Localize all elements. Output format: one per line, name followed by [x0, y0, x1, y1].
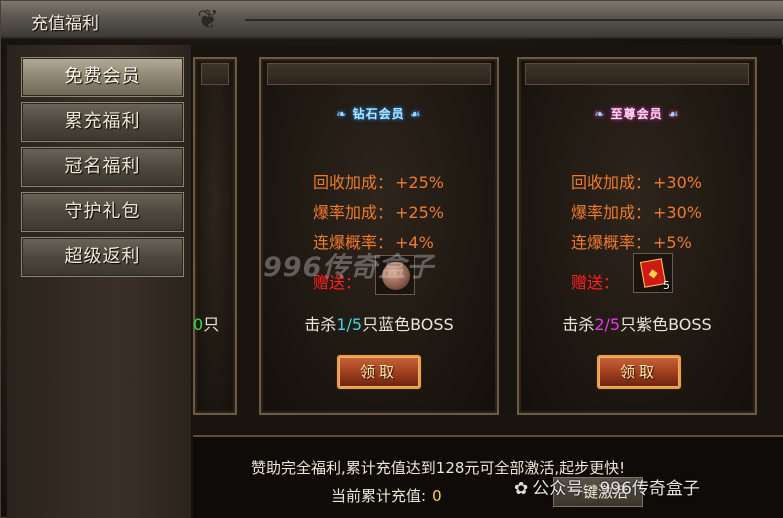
main-panel: ❧ 钻石会员 ☙ 回收加成： +25% 爆率加成： +25% 连爆概率： +4% 赠送… — [193, 45, 783, 435]
recycle-bonus-stat: 回收加成： +30% — [571, 169, 702, 193]
wing-icon: ❧ — [594, 107, 606, 121]
gift-item-slot[interactable]: ◆ 5 — [633, 253, 673, 293]
badge-label: 钻石会员 — [352, 107, 405, 121]
stat-value: +25% — [395, 173, 444, 192]
task-prefix: 击杀 — [562, 315, 595, 334]
combo-drop-stat: 连爆概率： +5% — [571, 229, 692, 253]
partial-card — [193, 57, 237, 415]
title-ornament-icon: ❦ — [197, 5, 219, 35]
task-progress: 2/5 — [594, 315, 621, 334]
gift-label: 赠送： — [571, 273, 620, 292]
wechat-watermark: ✿ 公众号 · 996传奇盒子 — [514, 474, 700, 499]
current-recharge: 当前累计充值: 0 — [331, 485, 442, 506]
stat-label: 爆率加成： — [571, 203, 652, 222]
gift-count: 5 — [663, 279, 670, 292]
stat-value: +25% — [395, 203, 444, 222]
tab-title-naming[interactable]: 冠名福利 — [21, 147, 184, 187]
partial-unit: 只 — [203, 315, 220, 334]
stat-value: +30% — [653, 173, 702, 192]
diamond-membership-card: ❧ 钻石会员 ☙ 回收加成： +25% 爆率加成： +25% 连爆概率： +4% 赠送… — [259, 57, 499, 415]
title-divider — [245, 19, 783, 21]
stat-value: +30% — [653, 203, 702, 222]
stat-label: 爆率加成： — [313, 203, 394, 222]
kill-task: 击杀1/5只蓝色BOSS — [261, 311, 497, 335]
stat-label: 回收加成： — [571, 173, 652, 192]
watermark-logo: 996传奇盒子 — [263, 252, 435, 283]
card-header — [525, 63, 749, 85]
partial-card-progress: 0只 — [193, 311, 219, 335]
wechat-icon: ✿ — [514, 479, 529, 499]
tab-cumulative-recharge[interactable]: 累充福利 — [21, 102, 184, 142]
tab-guardian-pack[interactable]: 守护礼包 — [21, 192, 184, 232]
stat-value: +5% — [653, 233, 692, 252]
title-bar[interactable]: 充值福利 ❦ — [1, 1, 783, 39]
claim-button[interactable]: 领取 — [597, 355, 681, 389]
supreme-badge: ❧ 至尊会员 ☙ — [519, 105, 755, 122]
drop-rate-stat: 爆率加成： +25% — [313, 199, 444, 223]
partial-progress: 0 — [193, 315, 204, 334]
task-suffix: 只蓝色BOSS — [362, 315, 454, 334]
tab-super-rebate[interactable]: 超级返利 — [21, 237, 184, 277]
drop-rate-stat: 爆率加成： +30% — [571, 199, 702, 223]
sidebar: 免费会员 累充福利 冠名福利 守护礼包 超级返利 — [7, 45, 193, 518]
task-progress: 1/5 — [336, 315, 363, 334]
current-recharge-label: 当前累计充值: — [331, 487, 427, 505]
recharge-benefits-window: 充值福利 ❦ 免费会员 累充福利 冠名福利 守护礼包 超级返利 ❧ 钻石会员 ☙… — [0, 0, 783, 518]
task-suffix: 只紫色BOSS — [620, 315, 712, 334]
diamond-badge: ❧ 钻石会员 ☙ — [261, 105, 497, 122]
wing-icon: ☙ — [409, 107, 422, 121]
task-prefix: 击杀 — [304, 315, 337, 334]
window-title: 充值福利 — [31, 14, 99, 34]
claim-button[interactable]: 领取 — [337, 355, 421, 389]
wing-icon: ☙ — [667, 107, 680, 121]
tab-free-membership[interactable]: 免费会员 — [21, 57, 184, 97]
recycle-bonus-stat: 回收加成： +25% — [313, 169, 444, 193]
wechat-watermark-text: 公众号 · 996传奇盒子 — [532, 479, 700, 499]
wing-icon: ❧ — [336, 107, 348, 121]
stat-label: 回收加成： — [313, 173, 394, 192]
card-header — [201, 63, 229, 85]
card-header — [267, 63, 491, 85]
stat-label: 连爆概率： — [571, 233, 652, 252]
badge-label: 至尊会员 — [610, 107, 663, 121]
current-recharge-amount: 0 — [432, 487, 442, 505]
supreme-membership-card: ❧ 至尊会员 ☙ 回收加成： +30% 爆率加成： +30% 连爆概率： +5% 赠送… — [517, 57, 757, 415]
kill-task: 击杀2/5只紫色BOSS — [519, 311, 755, 335]
